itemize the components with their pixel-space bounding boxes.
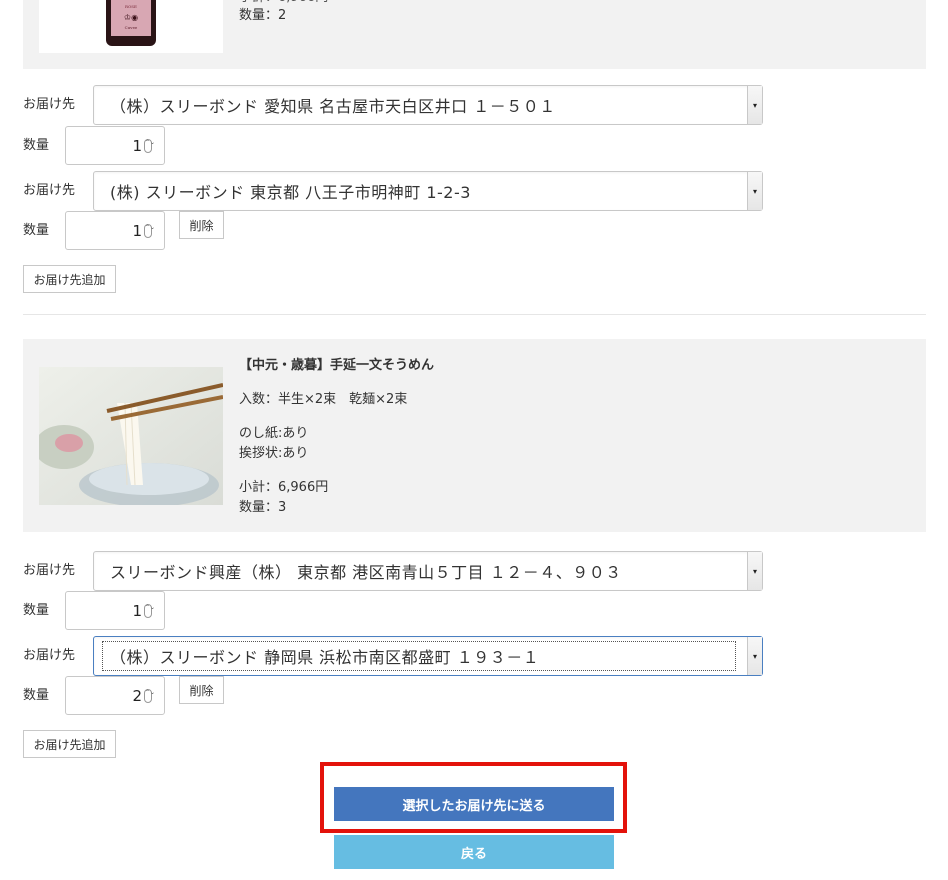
chevron-down-icon[interactable]: ▾: [747, 86, 762, 124]
back-button[interactable]: 戻る: [334, 835, 614, 869]
product-image-1: ROSE ♔◉ Cuvee: [39, 0, 223, 53]
quantity-stepper[interactable]: 1 ⌃⌄: [65, 126, 165, 165]
section-divider: [23, 314, 926, 315]
add-destination-button[interactable]: お届け先追加: [23, 265, 116, 293]
destination-label: お届け先: [23, 648, 76, 663]
destination-select[interactable]: （株）スリーボンド 愛知県 名古屋市天白区井口 １－５０１ ▾: [93, 85, 763, 125]
destination-label: お届け先: [23, 183, 76, 198]
product-2-noshi: のし紙:あり: [239, 426, 309, 441]
chevron-down-icon[interactable]: ▾: [747, 552, 762, 590]
product-card-1: ROSE ♔◉ Cuvee 小計：6,966円 数量：2: [23, 0, 926, 69]
product-2-subtotal: 小計：6,966円: [239, 480, 329, 495]
product-2-greeting: 挨拶状:あり: [239, 446, 309, 461]
delete-destination-button[interactable]: 削除: [179, 211, 224, 239]
add-destination-button[interactable]: お届け先追加: [23, 730, 116, 758]
product-card-2: 【中元・歳暮】手延一文そうめん 入数：半生×2束 乾麺×2束 のし紙:あり 挨拶…: [23, 339, 926, 532]
spinner-icon[interactable]: ⌃⌄: [144, 688, 155, 703]
product-2-quantity: 数量：3: [239, 500, 287, 515]
destination-select-value: （株）スリーボンド 静岡県 浜松市南区都盛町 １９３－１: [110, 648, 540, 667]
somen-noodles-icon: [39, 367, 223, 505]
destination-select[interactable]: （株）スリーボンド 静岡県 浜松市南区都盛町 １９３－１ ▾: [93, 636, 763, 676]
delete-destination-button[interactable]: 削除: [179, 676, 224, 704]
product-2-contents: 入数：半生×2束 乾麺×2束: [239, 392, 408, 407]
quantity-label: 数量: [23, 603, 50, 618]
destination-label: お届け先: [23, 97, 76, 112]
svg-text:ROSE: ROSE: [125, 4, 137, 9]
quantity-stepper[interactable]: 1 ⌃⌄: [65, 591, 165, 630]
spinner-icon[interactable]: ⌃⌄: [144, 138, 155, 153]
svg-text:♔◉: ♔◉: [124, 13, 138, 22]
product-1-quantity: 数量：2: [239, 8, 287, 23]
quantity-value: 1: [132, 601, 142, 620]
quantity-value: 1: [132, 136, 142, 155]
product-image-2: [39, 367, 223, 505]
chevron-down-icon[interactable]: ▾: [747, 637, 762, 675]
spinner-icon[interactable]: ⌃⌄: [144, 603, 155, 618]
send-to-selected-button[interactable]: 選択したお届け先に送る: [334, 787, 614, 821]
destination-select-value: (株) スリーボンド 東京都 八王子市明神町 1-2-3: [110, 183, 471, 202]
quantity-label: 数量: [23, 688, 50, 703]
quantity-value: 1: [132, 221, 142, 240]
spinner-icon[interactable]: ⌃⌄: [144, 223, 155, 238]
product-2-title: 【中元・歳暮】手延一文そうめん: [239, 358, 435, 373]
wine-bottle-icon: ROSE ♔◉ Cuvee: [106, 0, 156, 46]
svg-text:Cuvee: Cuvee: [125, 25, 138, 30]
quantity-value: 2: [132, 686, 142, 705]
chevron-down-icon[interactable]: ▾: [747, 172, 762, 210]
destination-select-value: スリーボンド興産（株） 東京都 港区南青山５丁目 １２－４、９０３: [110, 563, 622, 582]
quantity-stepper[interactable]: 1 ⌃⌄: [65, 211, 165, 250]
destination-select-value: （株）スリーボンド 愛知県 名古屋市天白区井口 １－５０１: [110, 97, 556, 116]
destination-select[interactable]: スリーボンド興産（株） 東京都 港区南青山５丁目 １２－４、９０３ ▾: [93, 551, 763, 591]
quantity-label: 数量: [23, 138, 50, 153]
destination-label: お届け先: [23, 563, 76, 578]
quantity-stepper[interactable]: 2 ⌃⌄: [65, 676, 165, 715]
destination-select[interactable]: (株) スリーボンド 東京都 八王子市明神町 1-2-3 ▾: [93, 171, 763, 211]
quantity-label: 数量: [23, 223, 50, 238]
